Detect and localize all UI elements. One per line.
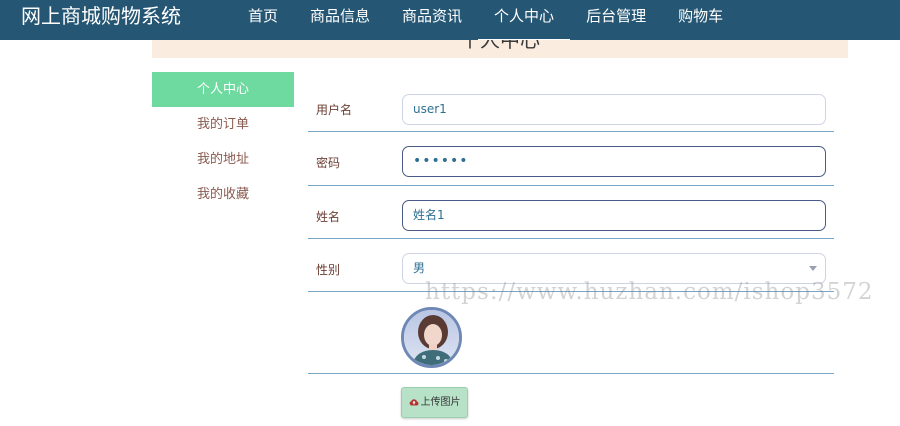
form-row-name: 姓名 姓名1 [308,186,834,239]
name-label: 姓名 [316,210,341,224]
sidebar-item-my-orders[interactable]: 我的订单 [152,107,294,142]
name-input[interactable]: 姓名1 [402,200,826,231]
top-navbar: 网上商城购物系统 首页 商品信息 商品资讯 个人中心 后台管理 购物车 [0,0,900,41]
sidebar-item-my-address[interactable]: 我的地址 [152,142,294,177]
password-input[interactable]: •••••• [402,146,826,177]
nav-home[interactable]: 首页 [232,0,294,40]
main-nav: 首页 商品信息 商品资讯 个人中心 后台管理 购物车 [232,0,739,41]
watermark-text: https://www.huzhan.com/ishop3572 [425,279,874,305]
chevron-down-icon [809,266,817,271]
username-input[interactable]: user1 [402,94,826,125]
sidebar: 个人中心 我的订单 我的地址 我的收藏 [152,72,294,212]
user-avatar-photo-icon [404,310,459,365]
gender-label: 性别 [316,263,341,277]
profile-form: 用户名 user1 密码 •••••• 姓名 姓名1 性别 男 [308,84,834,374]
gender-select-value: 男 [413,261,426,275]
page-header-band: 个人中心 [152,40,848,58]
app-title: 网上商城购物系统 [21,4,181,28]
sidebar-item-personal-center[interactable]: 个人中心 [152,72,294,107]
upload-image-button[interactable]: 上传图片 [401,387,468,418]
upload-image-label: 上传图片 [420,397,461,408]
cloud-upload-icon [409,399,418,406]
nav-products[interactable]: 商品信息 [294,0,386,40]
form-row-username: 用户名 user1 [308,84,834,132]
nav-admin[interactable]: 后台管理 [570,0,662,40]
password-label: 密码 [316,156,341,170]
sidebar-item-my-favorites[interactable]: 我的收藏 [152,177,294,212]
page-title: 个人中心 [460,40,540,52]
nav-news[interactable]: 商品资讯 [386,0,478,40]
username-label: 用户名 [316,103,353,117]
avatar [401,307,462,368]
form-row-password: 密码 •••••• [308,132,834,186]
nav-personal-center[interactable]: 个人中心 [478,0,571,41]
nav-cart[interactable]: 购物车 [662,0,739,40]
